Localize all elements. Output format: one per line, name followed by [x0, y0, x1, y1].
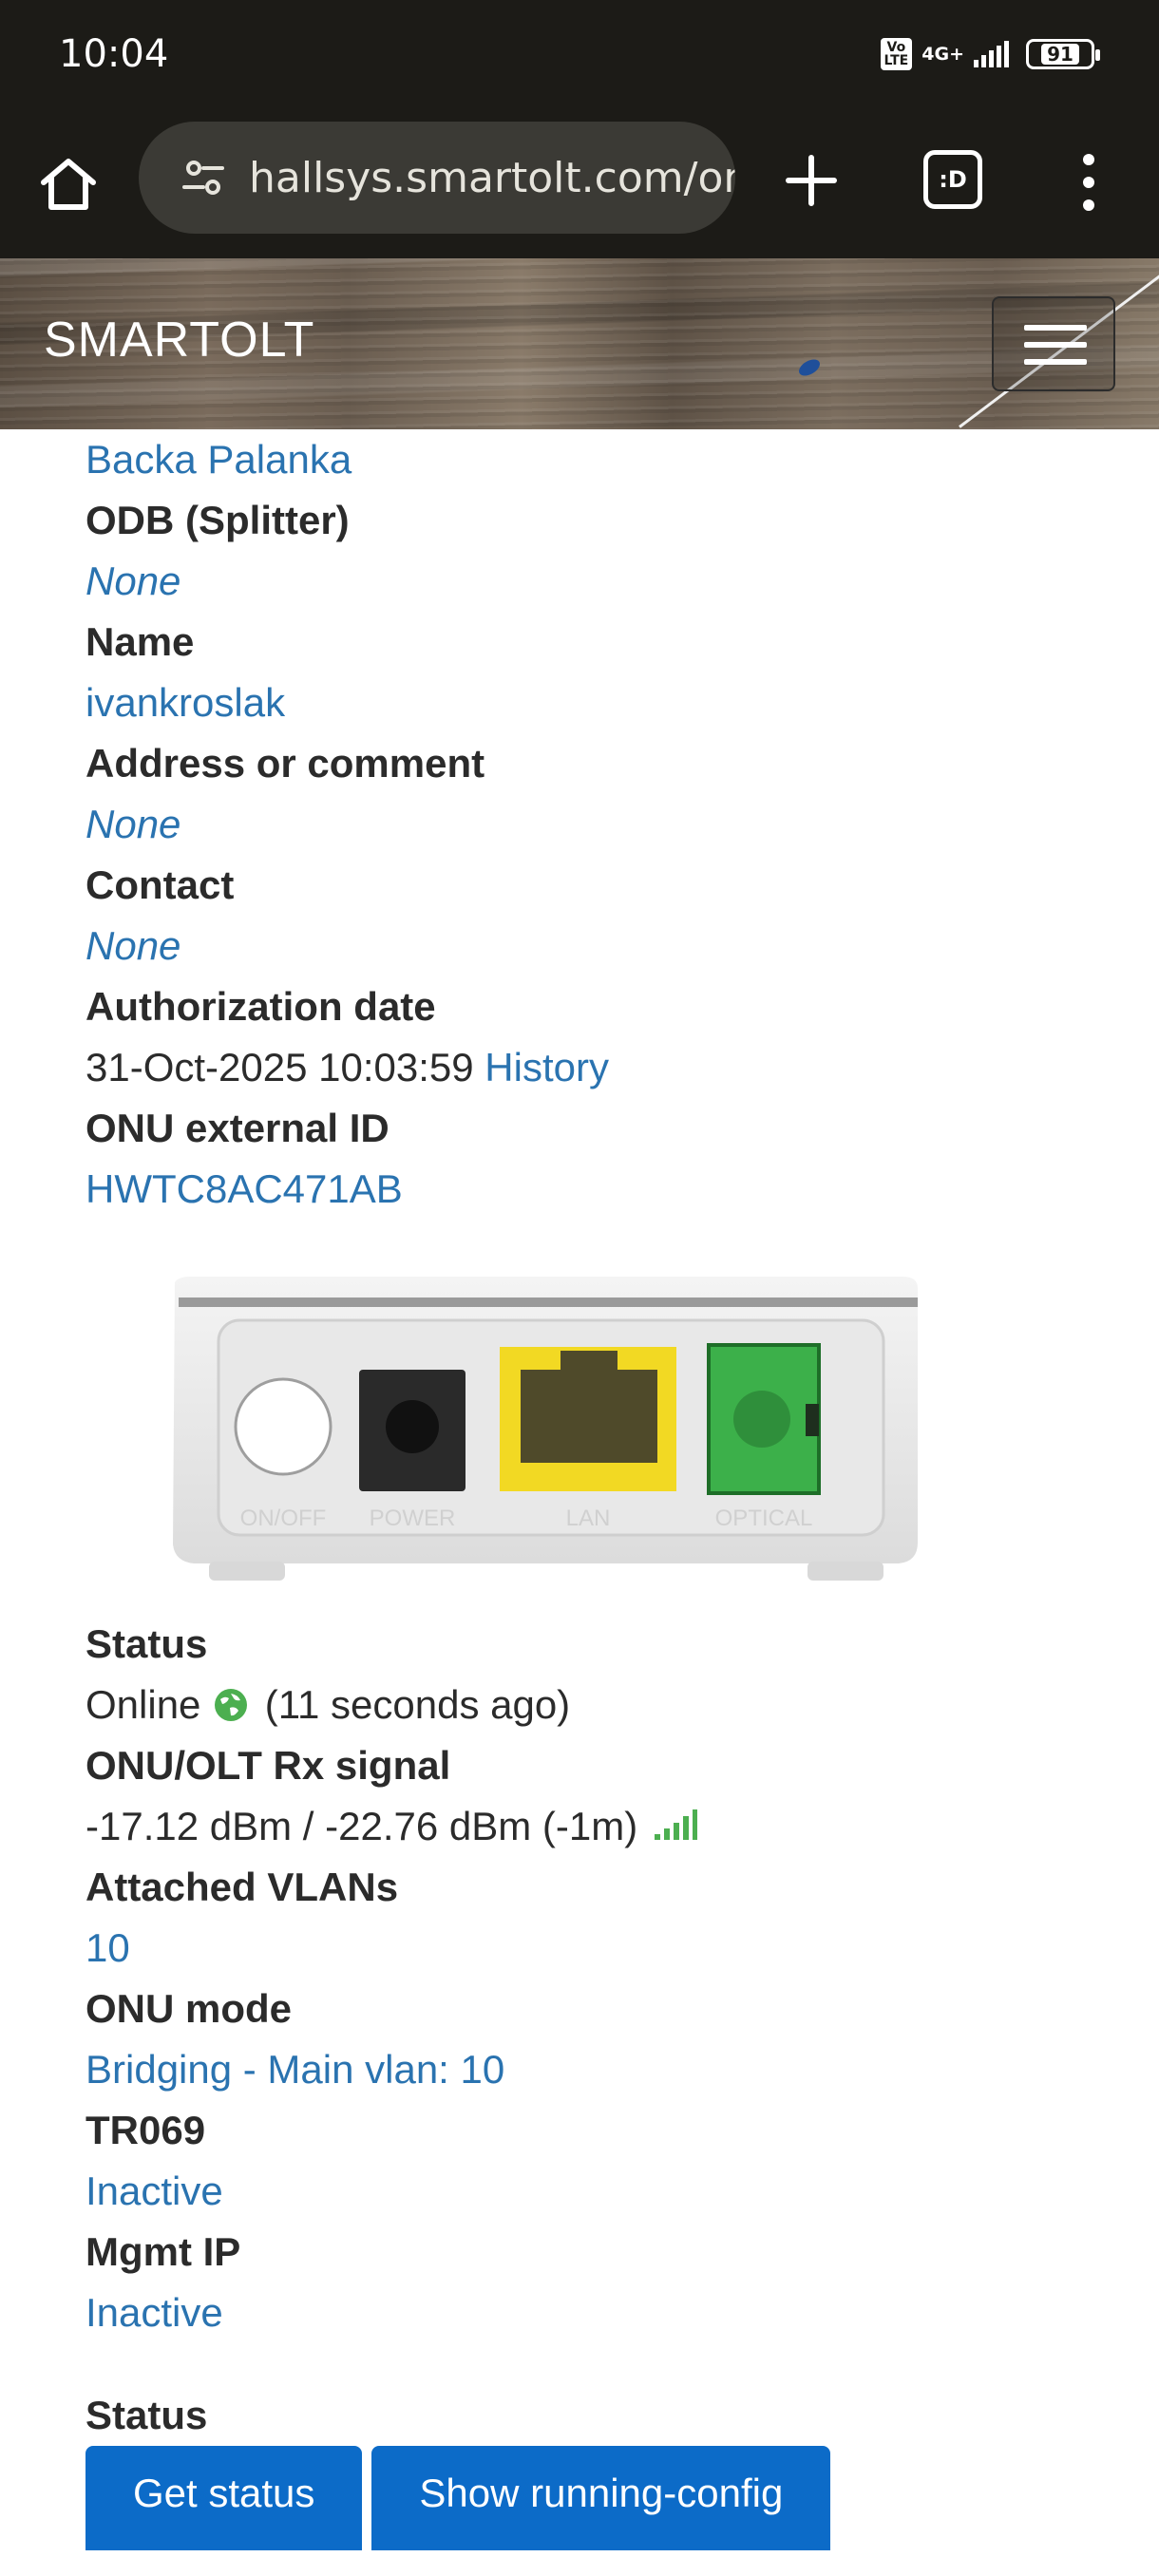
home-icon[interactable] — [34, 150, 103, 218]
onu-mode-label: ONU mode — [86, 1986, 293, 2031]
zone-link[interactable]: Backa Palanka — [86, 429, 1092, 490]
tr069-label: TR069 — [86, 2108, 206, 2152]
port-label-onoff: ON/OFF — [240, 1506, 327, 1531]
site-navbar: SMARTOLT — [0, 258, 1159, 429]
battery-icon: 91 — [1026, 39, 1100, 69]
system-indicators: Vo LTE 4G+ 91 — [880, 38, 1100, 70]
auth-date-row: 31-Oct-2025 10:03:59 History — [86, 1037, 1092, 1098]
address-link[interactable]: None — [86, 794, 1092, 855]
onu-device-image: ON/OFF POWER LAN OPTICAL — [173, 1277, 918, 1581]
tab-switcher-button[interactable]: :D — [923, 150, 982, 209]
url-text: hallsys.smartolt.com/on — [249, 153, 735, 202]
rx-signal-value: -17.12 dBm / -22.76 dBm (-1m) — [86, 1804, 638, 1848]
site-settings-icon[interactable] — [180, 155, 226, 200]
mgmt-ip-link[interactable]: Inactive — [86, 2282, 1092, 2343]
status-time-ago: (11 seconds ago) — [264, 1682, 571, 1727]
show-running-config-button[interactable]: Show running-config — [371, 2446, 831, 2550]
status-value: Online — [86, 1682, 201, 1727]
onu-mode-link[interactable]: Bridging - Main vlan: 10 — [86, 2039, 1092, 2100]
vlans-link[interactable]: 10 — [86, 1918, 1092, 1979]
volte-icon: Vo LTE — [880, 38, 913, 70]
clock: 10:04 — [59, 32, 169, 76]
auth-date-value: 31-Oct-2025 10:03:59 — [86, 1045, 474, 1089]
get-status-button[interactable]: Get status — [86, 2446, 363, 2550]
actions-status-label: Status — [86, 2393, 208, 2437]
address-label: Address or comment — [86, 741, 485, 786]
address-bar[interactable]: hallsys.smartolt.com/on — [139, 122, 735, 234]
history-link[interactable]: History — [484, 1045, 609, 1089]
system-status-bar: 10:04 Vo LTE 4G+ 91 — [0, 0, 1159, 114]
browser-toolbar: hallsys.smartolt.com/on :D — [0, 114, 1159, 258]
onu-details: Backa Palanka ODB (Splitter) None Name i… — [86, 429, 1092, 2550]
vlans-label: Attached VLANs — [86, 1865, 399, 1909]
odb-link[interactable]: None — [86, 551, 1092, 612]
more-options-icon[interactable] — [1074, 148, 1104, 217]
port-label-power: POWER — [370, 1506, 456, 1531]
battery-level: 91 — [1041, 44, 1079, 65]
name-link[interactable]: ivankroslak — [86, 672, 1092, 733]
tab-count: :D — [939, 166, 967, 193]
contact-label: Contact — [86, 862, 235, 907]
signal-bars-icon — [654, 1809, 697, 1840]
contact-link[interactable]: None — [86, 916, 1092, 976]
hamburger-icon — [1024, 325, 1087, 331]
auth-date-label: Authorization date — [86, 984, 436, 1029]
name-label: Name — [86, 619, 195, 664]
status-row: Online (11 seconds ago) — [86, 1675, 1092, 1735]
port-label-lan: LAN — [566, 1506, 611, 1531]
external-id-link[interactable]: HWTC8AC471AB — [86, 1159, 1092, 1220]
actions-button-group: Get status Show running-config — [86, 2446, 1092, 2550]
site-brand[interactable]: SMARTOLT — [44, 312, 314, 369]
external-id-label: ONU external ID — [86, 1106, 390, 1150]
new-tab-icon[interactable] — [781, 150, 842, 211]
odb-label: ODB (Splitter) — [86, 498, 350, 542]
rx-signal-row: -17.12 dBm / -22.76 dBm (-1m) — [86, 1796, 1092, 1857]
signal-strength-icon — [974, 41, 1009, 67]
mgmt-ip-label: Mgmt IP — [86, 2229, 241, 2274]
network-type-label: 4G+ — [922, 43, 964, 65]
status-label: Status — [86, 1621, 208, 1666]
menu-toggle-button[interactable] — [992, 296, 1115, 391]
rx-signal-label: ONU/OLT Rx signal — [86, 1743, 451, 1788]
port-label-optical: OPTICAL — [715, 1506, 813, 1531]
globe-icon — [215, 1689, 248, 1721]
tr069-link[interactable]: Inactive — [86, 2161, 1092, 2222]
